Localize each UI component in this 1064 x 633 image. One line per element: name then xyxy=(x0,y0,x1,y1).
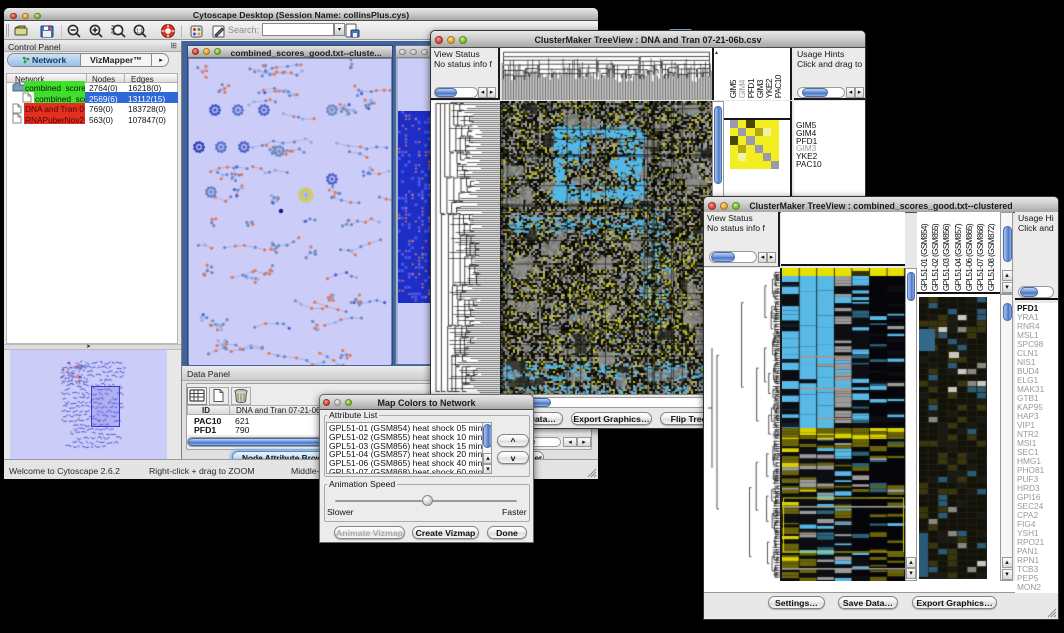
svg-text:1:1: 1:1 xyxy=(136,29,143,35)
